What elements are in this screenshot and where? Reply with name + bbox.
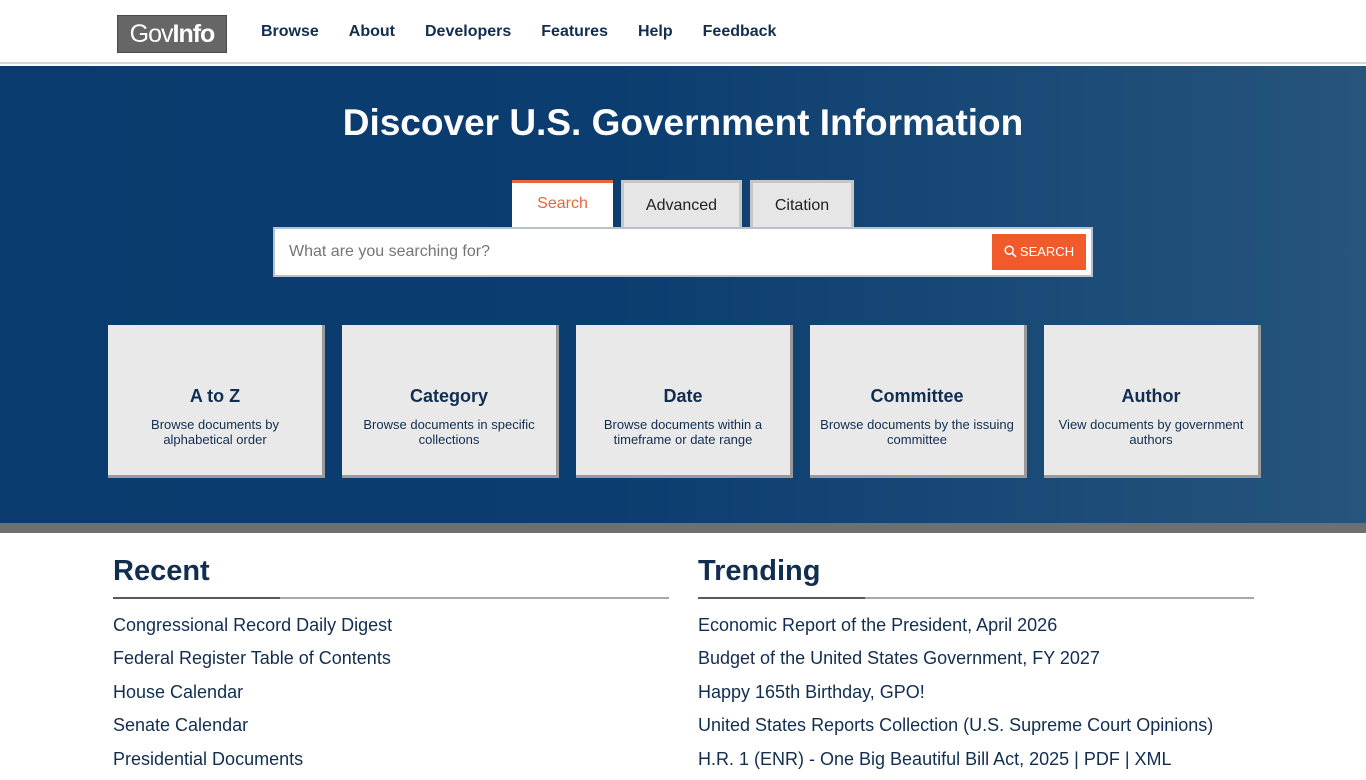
card-description: Browse documents by the issuing committe…	[820, 417, 1014, 447]
card-title: Date	[663, 386, 703, 406]
card-description: Browse documents in specific collections	[363, 417, 535, 447]
list-item[interactable]: Congressional Record Daily Digest	[113, 613, 392, 646]
card-date[interactable]: Date Browse documents within a timeframe…	[576, 325, 793, 478]
search-button[interactable]: SEARCH	[992, 234, 1086, 270]
card-title: Committee	[870, 386, 964, 406]
card-title: Author	[1121, 386, 1181, 406]
govinfo-logo[interactable]: GovInfo	[117, 15, 227, 53]
card-description: View documents by government authors	[1058, 417, 1244, 447]
card-description: Browse documents by alphabetical order	[151, 417, 279, 447]
nav-help[interactable]: Help	[638, 22, 673, 42]
nav-about[interactable]: About	[349, 22, 395, 42]
nav-developers[interactable]: Developers	[425, 22, 511, 42]
nav-features[interactable]: Features	[541, 22, 608, 42]
hero-title: Discover U.S. Government Information	[342, 102, 1024, 143]
card-category[interactable]: Category Browse documents in specific co…	[342, 325, 559, 478]
search-input[interactable]	[280, 234, 994, 270]
tab-citation[interactable]: Citation	[750, 180, 854, 228]
card-title: A to Z	[189, 386, 241, 406]
trending-list: Economic Report of the President, April …	[698, 613, 1213, 780]
list-item[interactable]: H.R. 1 (ENR) - One Big Beautiful Bill Ac…	[698, 747, 1213, 780]
list-item[interactable]: Senate Calendar	[113, 713, 392, 746]
trending-rule	[698, 597, 1254, 599]
section-divider	[0, 523, 1366, 533]
list-item[interactable]: Budget of the United States Government, …	[698, 646, 1213, 679]
list-item[interactable]: Economic Report of the President, April …	[698, 613, 1213, 646]
list-item[interactable]: United States Reports Collection (U.S. S…	[698, 713, 1213, 746]
recent-title: Recent	[113, 555, 210, 587]
rule-accent	[113, 597, 280, 599]
search-button-label: SEARCH	[1019, 244, 1075, 259]
card-a-to-z[interactable]: A to Z Browse documents by alphabetical …	[108, 325, 325, 478]
top-navbar: GovInfo Browse About Developers Features…	[0, 0, 1366, 64]
card-author[interactable]: Author View documents by government auth…	[1044, 325, 1261, 478]
nav-browse[interactable]: Browse	[261, 22, 319, 42]
list-item[interactable]: Federal Register Table of Contents	[113, 646, 392, 679]
search-bar: SEARCH	[273, 227, 1093, 277]
nav-feedback[interactable]: Feedback	[703, 22, 777, 42]
search-icon	[1004, 245, 1017, 258]
list-item[interactable]: Happy 165th Birthday, GPO!	[698, 680, 1213, 713]
hero-section: Discover U.S. Government Information Sea…	[0, 66, 1366, 523]
recent-rule	[113, 597, 669, 599]
logo-info-text: Info	[172, 20, 216, 48]
main-nav: Browse About Developers Features Help Fe…	[261, 0, 806, 64]
recent-list: Congressional Record Daily Digest Federa…	[113, 613, 392, 780]
tab-advanced[interactable]: Advanced	[621, 180, 742, 228]
tab-search[interactable]: Search	[512, 180, 613, 228]
card-title: Category	[409, 386, 489, 406]
trending-title: Trending	[698, 555, 821, 587]
logo-gov-text: Gov	[129, 20, 174, 48]
card-description: Browse documents within a timeframe or d…	[603, 417, 763, 447]
card-committee[interactable]: Committee Browse documents by the issuin…	[810, 325, 1027, 478]
list-item[interactable]: Presidential Documents	[113, 747, 392, 780]
list-item[interactable]: House Calendar	[113, 680, 392, 713]
rule-accent	[698, 597, 865, 599]
